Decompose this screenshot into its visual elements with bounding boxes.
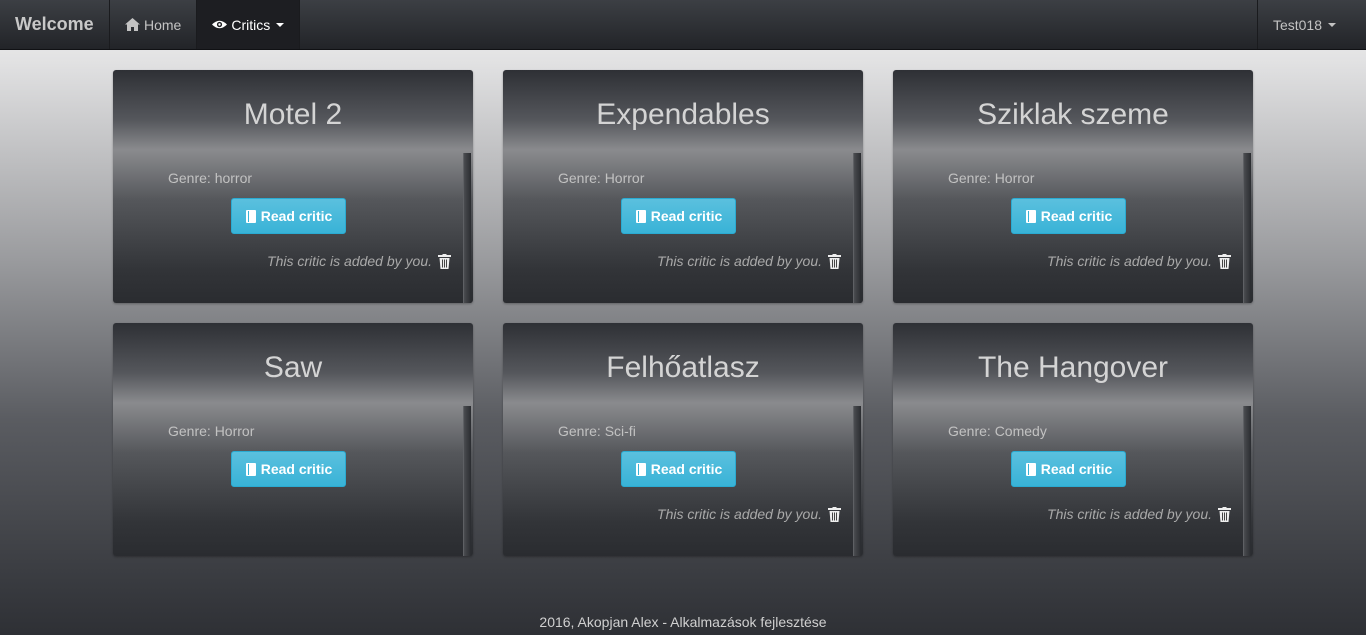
trash-icon[interactable] [438,253,451,269]
critic-card: Sziklak szeme Genre: Horror Read critic … [893,70,1253,303]
nav-critics-label: Critics [231,16,271,33]
nav-home-label: Home [144,16,182,33]
card-genre: Genre: Horror [168,423,255,439]
read-critic-label: Read critic [650,461,723,477]
book-icon [1025,462,1037,476]
added-by-you-note: This critic is added by you. [1047,506,1231,522]
critic-card: Saw Genre: Horror Read critic [113,323,473,556]
critic-card: The Hangover Genre: Comedy Read critic T… [893,323,1253,556]
nav-critics-dropdown[interactable]: Critics [197,0,301,49]
card-title: Motel 2 [243,98,343,131]
nav-user-label: Test018 [1272,16,1322,33]
read-critic-button[interactable]: Read critic [1011,198,1126,234]
added-by-you-note: This critic is added by you. [657,253,841,269]
added-note-text: This critic is added by you. [657,253,822,269]
card-genre: Genre: Comedy [948,423,1047,439]
card-title: Sziklak szeme [977,98,1169,131]
critic-card: Expendables Genre: Horror Read critic Th… [503,70,863,303]
read-critic-label: Read critic [650,208,723,224]
card-genre: Genre: Horror [558,170,645,186]
trash-icon[interactable] [828,253,841,269]
book-icon [635,209,647,223]
critic-card: Felhőatlasz Genre: Sci-fi Read critic Th… [503,323,863,556]
card-title: Felhőatlasz [606,351,760,384]
added-note-text: This critic is added by you. [1047,506,1212,522]
eye-icon [212,19,228,30]
card-genre: Genre: horror [168,170,253,186]
critic-card: Motel 2 Genre: horror Read critic This c… [113,70,473,303]
nav-home[interactable]: Home [110,0,198,49]
book-icon [635,462,647,476]
read-critic-button[interactable]: Read critic [1011,451,1126,487]
navbar: Welcome Home Critics Test018 [0,0,1366,50]
card-title: Saw [263,351,323,384]
card-side-bar [1243,153,1251,303]
trash-icon[interactable] [828,506,841,522]
brand-link[interactable]: Welcome [0,0,110,49]
added-by-you-note: This critic is added by you. [657,506,841,522]
read-critic-label: Read critic [1040,461,1113,477]
read-critic-button[interactable]: Read critic [621,451,736,487]
card-genre: Genre: Sci-fi [558,423,636,439]
added-note-text: This critic is added by you. [267,253,432,269]
read-critic-label: Read critic [260,208,333,224]
chevron-down-icon [276,22,285,27]
book-icon [245,209,257,223]
card-side-bar [1243,406,1251,556]
added-by-you-note: This critic is added by you. [1047,253,1231,269]
card-side-bar [463,153,471,303]
chevron-down-icon [1328,22,1336,27]
card-side-bar [853,406,861,556]
card-genre: Genre: Horror [948,170,1035,186]
read-critic-label: Read critic [260,461,333,477]
read-critic-button[interactable]: Read critic [231,451,346,487]
book-icon [1025,209,1037,223]
card-side-bar [853,153,861,303]
added-note-text: This critic is added by you. [1047,253,1212,269]
footer-text: 2016, Akopjan Alex - Alkalmazások fejles… [539,614,827,630]
added-by-you-note: This critic is added by you. [267,253,451,269]
nav-user-dropdown[interactable]: Test018 [1256,0,1366,49]
trash-icon[interactable] [1218,506,1231,522]
added-note-text: This critic is added by you. [657,506,822,522]
card-title: The Hangover [977,351,1169,384]
read-critic-button[interactable]: Read critic [231,198,346,234]
read-critic-label: Read critic [1040,208,1113,224]
home-icon [125,18,140,31]
book-icon [245,462,257,476]
card-side-bar [463,406,471,556]
read-critic-button[interactable]: Read critic [621,198,736,234]
card-title: Expendables [596,98,770,131]
trash-icon[interactable] [1218,253,1231,269]
